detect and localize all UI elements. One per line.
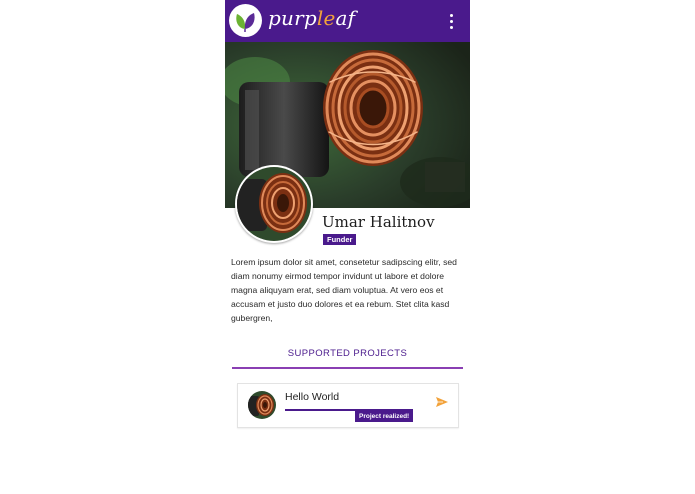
brand-logotype: purpleaf [268,6,355,30]
app-bar: purpleaf [225,0,470,42]
brand-highlight: le [316,6,336,30]
brand-suffix: af [335,6,356,30]
project-thumbnail [248,391,276,419]
role-badge: Funder [323,234,357,245]
leaf-logo-icon[interactable] [229,4,262,37]
more-vert-icon[interactable] [443,10,459,32]
tab-active-indicator [232,367,463,369]
send-icon[interactable] [435,395,449,409]
project-title: Hello World [285,391,340,403]
profile-name: Umar Halitnov [322,213,435,231]
project-status-badge: Project realized! [355,411,414,422]
project-card[interactable]: Hello World Project realized! [237,383,459,428]
brand-prefix: purp [268,6,317,30]
tab-supported-projects[interactable]: SUPPORTED PROJECTS [232,348,463,359]
avatar[interactable] [235,165,313,243]
app-screen: purpleaf Umar Halitnov Funder Lorem ipsu… [225,0,470,494]
profile-bio: Lorem ipsum dolor sit amet, consetetur s… [231,257,457,323]
